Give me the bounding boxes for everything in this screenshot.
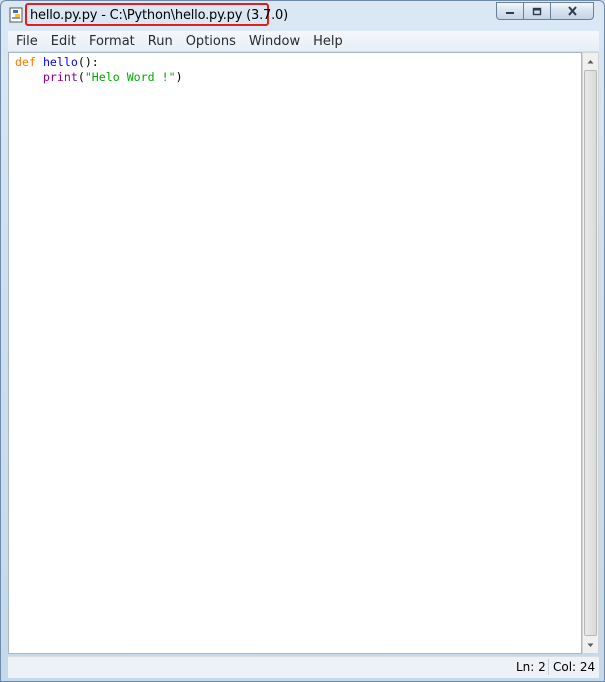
menu-window[interactable]: Window — [243, 34, 306, 49]
scrollbar-thumb[interactable] — [584, 70, 597, 636]
idle-editor-window: hello.py.py - C:\Python\hello.py.py (3.7… — [0, 0, 605, 682]
line-number-status: Ln: 2 — [516, 660, 546, 674]
punctuation-token: ) — [175, 70, 183, 84]
minimize-button[interactable] — [496, 2, 524, 20]
scroll-up-button[interactable] — [583, 53, 598, 69]
menu-format[interactable]: Format — [83, 34, 141, 49]
maximize-button[interactable] — [523, 2, 551, 20]
close-button[interactable] — [550, 2, 594, 20]
punctuation-token: ( — [77, 70, 85, 84]
indent-token — [15, 70, 43, 84]
window-title: hello.py.py - C:\Python\hello.py.py (3.7… — [30, 8, 288, 23]
code-line[interactable]: def hello(): — [15, 55, 99, 70]
function-name-token: hello — [42, 55, 78, 69]
status-divider — [548, 659, 549, 675]
column-number-status: Col: 24 — [553, 660, 596, 674]
status-bar: Ln: 2 Col: 24 — [8, 656, 599, 678]
title-bar[interactable]: hello.py.py - C:\Python\hello.py.py (3.7… — [1, 1, 604, 29]
vertical-scrollbar[interactable] — [582, 52, 599, 654]
menu-file[interactable]: File — [10, 34, 44, 49]
menu-edit[interactable]: Edit — [45, 34, 82, 49]
menu-bar: File Edit Format Run Options Window Help — [8, 31, 599, 52]
arrow-down-icon — [587, 643, 594, 647]
close-icon — [567, 6, 577, 16]
minimize-icon — [506, 12, 514, 14]
menu-options[interactable]: Options — [180, 34, 242, 49]
code-editor[interactable]: def hello(): print("Helo Word !") — [8, 52, 582, 654]
code-line[interactable]: print("Helo Word !") — [15, 70, 183, 85]
menu-help[interactable]: Help — [307, 34, 349, 49]
scroll-down-button[interactable] — [583, 637, 598, 653]
arrow-up-icon — [587, 59, 594, 63]
string-token: "Helo Word !" — [84, 70, 176, 84]
menu-run[interactable]: Run — [142, 34, 179, 49]
python-idle-icon[interactable] — [9, 7, 25, 23]
punctuation-token: (): — [77, 55, 99, 69]
keyword-token: def — [15, 55, 36, 69]
builtin-token: print — [42, 70, 78, 84]
restore-icon — [532, 7, 542, 15]
